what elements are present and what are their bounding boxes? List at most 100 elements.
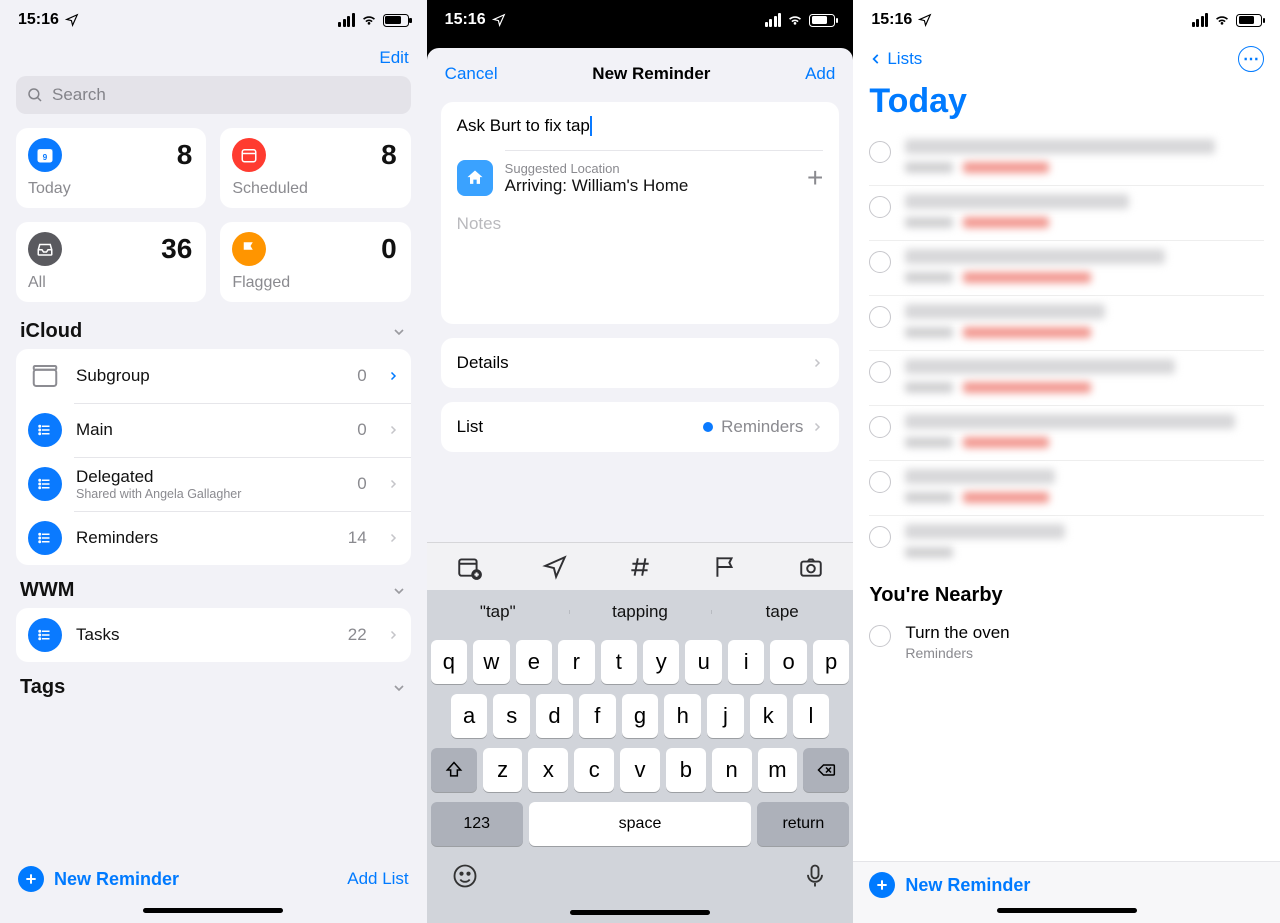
- key-i[interactable]: i: [728, 640, 764, 684]
- key-w[interactable]: w: [473, 640, 509, 684]
- home-indicator[interactable]: [997, 908, 1137, 913]
- suggestion-3[interactable]: tape: [711, 602, 853, 622]
- key-h[interactable]: h: [664, 694, 701, 738]
- suggestion-2[interactable]: tapping: [569, 602, 711, 622]
- section-wwm[interactable]: WWM: [0, 565, 427, 608]
- folder-icon: [28, 359, 62, 393]
- suggestion-1[interactable]: "tap": [427, 602, 569, 622]
- key-s[interactable]: s: [493, 694, 530, 738]
- key-e[interactable]: e: [516, 640, 552, 684]
- card-today[interactable]: 9 8 Today: [16, 128, 206, 208]
- radio-unchecked[interactable]: [869, 141, 891, 163]
- radio-unchecked[interactable]: [869, 251, 891, 273]
- list-delegated[interactable]: DelegatedShared with Angela Gallagher 0: [16, 457, 411, 511]
- key-f[interactable]: f: [579, 694, 616, 738]
- card-scheduled[interactable]: 8 Scheduled: [220, 128, 410, 208]
- reminder-item-blurred[interactable]: [869, 131, 1264, 186]
- edit-button[interactable]: Edit: [377, 44, 410, 76]
- notes-input[interactable]: Notes: [441, 210, 840, 324]
- list-main[interactable]: Main 0: [16, 403, 411, 457]
- blurred-title: [905, 414, 1235, 429]
- key-o[interactable]: o: [770, 640, 806, 684]
- reminder-item-blurred[interactable]: [869, 461, 1264, 516]
- keyboard-suggestions: "tap" tapping tape: [427, 590, 854, 634]
- section-tags[interactable]: Tags: [0, 662, 427, 705]
- plus-icon[interactable]: +: [807, 162, 823, 194]
- 123-key[interactable]: 123: [431, 802, 523, 846]
- chevron-right-icon: [387, 627, 399, 643]
- key-q[interactable]: q: [431, 640, 467, 684]
- new-reminder-button[interactable]: New Reminder: [869, 872, 1264, 898]
- add-list-button[interactable]: Add List: [347, 869, 408, 889]
- key-m[interactable]: m: [758, 748, 798, 792]
- radio-unchecked[interactable]: [869, 471, 891, 493]
- key-g[interactable]: g: [622, 694, 659, 738]
- home-indicator[interactable]: [570, 910, 710, 915]
- key-l[interactable]: l: [793, 694, 830, 738]
- emoji-icon[interactable]: [451, 862, 479, 890]
- key-v[interactable]: v: [620, 748, 660, 792]
- key-x[interactable]: x: [528, 748, 568, 792]
- key-u[interactable]: u: [685, 640, 721, 684]
- blurred-sub-red: [963, 492, 1049, 503]
- key-c[interactable]: c: [574, 748, 614, 792]
- list-reminders[interactable]: Reminders 14: [16, 511, 411, 565]
- home-icon: [457, 160, 493, 196]
- list-subgroup[interactable]: Subgroup 0: [16, 349, 411, 403]
- reminder-item-blurred[interactable]: [869, 241, 1264, 296]
- key-b[interactable]: b: [666, 748, 706, 792]
- back-button[interactable]: Lists: [869, 49, 922, 69]
- suggested-location-row[interactable]: Suggested LocationArriving: William's Ho…: [441, 150, 840, 210]
- reminder-item-blurred[interactable]: [869, 186, 1264, 241]
- reminder-item-blurred[interactable]: [869, 406, 1264, 461]
- hashtag-icon[interactable]: [627, 554, 653, 580]
- list-row[interactable]: List Reminders: [441, 402, 840, 452]
- card-flagged[interactable]: 0 Flagged: [220, 222, 410, 302]
- key-j[interactable]: j: [707, 694, 744, 738]
- reminder-item-blurred[interactable]: [869, 296, 1264, 351]
- radio-unchecked[interactable]: [869, 361, 891, 383]
- more-button[interactable]: ⋯: [1238, 46, 1264, 72]
- card-count: 8: [381, 139, 397, 171]
- card-all[interactable]: 36 All: [16, 222, 206, 302]
- radio-unchecked[interactable]: [869, 526, 891, 548]
- key-y[interactable]: y: [643, 640, 679, 684]
- key-t[interactable]: t: [601, 640, 637, 684]
- keyboard: qwertyuiop asdfghjkl zxcvbnm 123 space r…: [427, 634, 854, 923]
- key-a[interactable]: a: [451, 694, 488, 738]
- key-k[interactable]: k: [750, 694, 787, 738]
- radio-unchecked[interactable]: [869, 625, 891, 647]
- backspace-key[interactable]: [803, 748, 849, 792]
- shift-key[interactable]: [431, 748, 477, 792]
- key-d[interactable]: d: [536, 694, 573, 738]
- chevron-right-icon: [811, 355, 823, 371]
- search-icon: [26, 86, 44, 104]
- add-button[interactable]: Add: [805, 64, 835, 84]
- flag-outline-icon[interactable]: [712, 554, 738, 580]
- radio-unchecked[interactable]: [869, 416, 891, 438]
- cancel-button[interactable]: Cancel: [445, 64, 498, 84]
- calendar-add-icon[interactable]: [456, 554, 482, 580]
- return-key[interactable]: return: [757, 802, 849, 846]
- radio-unchecked[interactable]: [869, 196, 891, 218]
- location-icon[interactable]: [542, 554, 568, 580]
- mic-icon[interactable]: [801, 862, 829, 890]
- section-icloud[interactable]: iCloud: [0, 306, 427, 349]
- home-indicator[interactable]: [143, 908, 283, 913]
- reminder-item-blurred[interactable]: [869, 351, 1264, 406]
- key-p[interactable]: p: [813, 640, 849, 684]
- space-key[interactable]: space: [529, 802, 752, 846]
- reminder-item[interactable]: Turn the oven Reminders: [869, 615, 1264, 673]
- camera-icon[interactable]: [798, 554, 824, 580]
- list-tasks[interactable]: Tasks 22: [16, 608, 411, 662]
- reminder-title-input[interactable]: Ask Burt to fix tap: [441, 102, 840, 150]
- details-row[interactable]: Details: [441, 338, 840, 388]
- radio-unchecked[interactable]: [869, 306, 891, 328]
- new-reminder-button[interactable]: New Reminder: [18, 866, 179, 892]
- key-n[interactable]: n: [712, 748, 752, 792]
- key-r[interactable]: r: [558, 640, 594, 684]
- key-z[interactable]: z: [483, 748, 523, 792]
- reminder-item-blurred[interactable]: [869, 516, 1264, 570]
- keyboard-toolbar: [427, 542, 854, 590]
- search-input[interactable]: Search: [16, 76, 411, 114]
